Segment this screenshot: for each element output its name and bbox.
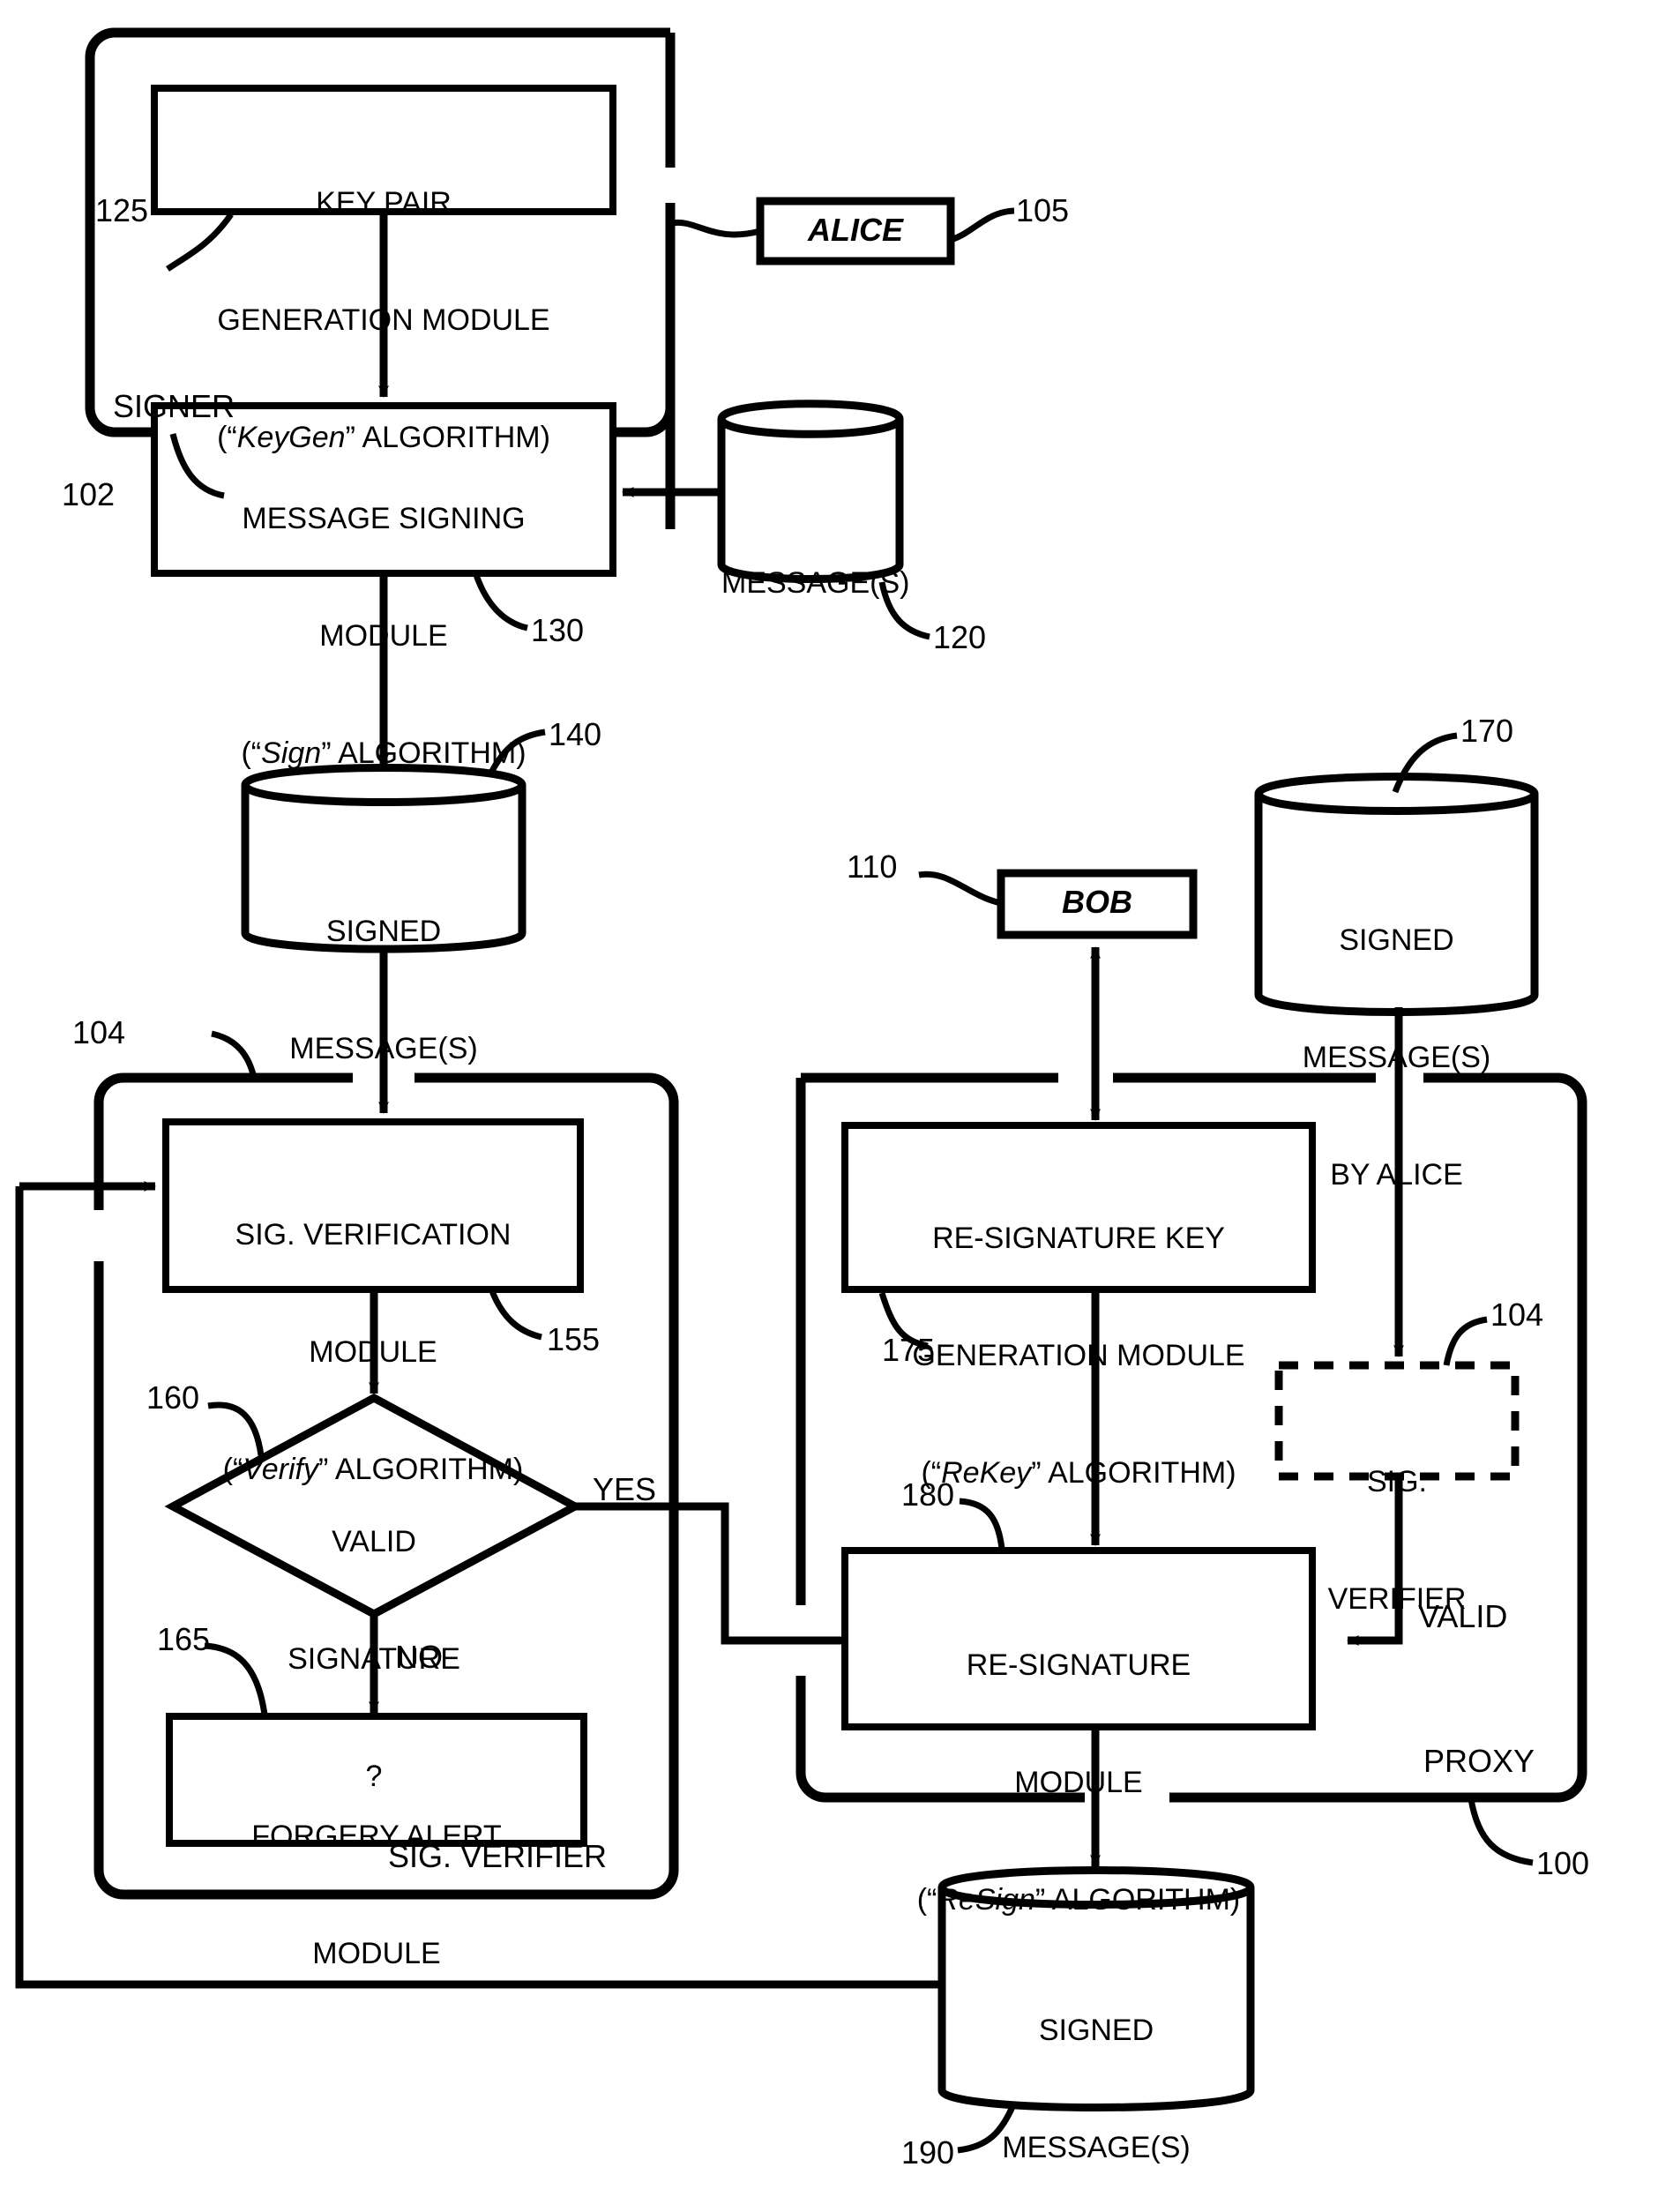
ref-104-right: 104 [1490,1297,1544,1333]
ref-190: 190 [901,2134,955,2171]
ref-leader-105 [949,207,1015,243]
ref-100: 100 [1536,1845,1590,1881]
messages-datastore-text: MESSAGE(S) [721,566,910,601]
rekey-algorithm-name: ReKey [941,1455,1032,1490]
ref-130: 130 [531,612,585,648]
yes-branch-label: YES [593,1471,657,1507]
ref-170: 170 [1460,713,1514,749]
signed-messages-text: SIGNED MESSAGE(S) [289,915,478,1065]
sign-algorithm-name: Sign [261,736,322,770]
patent-figure: KEY PAIR GENERATION MODULE (“KeyGen” ALG… [0,0,1673,2212]
ref-104-left: 104 [72,1014,126,1050]
sig-verifier-dashed-text: SIG. VERIFIER [1327,1465,1467,1616]
signed-by-alice-text: SIGNED MESSAGE(S) BY ALICE [1302,923,1491,1192]
ref-102: 102 [62,476,116,512]
ref-155: 155 [547,1321,601,1357]
alice-connector [671,219,761,238]
valid-edge-label: VALID [1418,1598,1508,1634]
no-branch-label: NO [395,1639,443,1675]
resign-algorithm-name: ReSign [937,1882,1035,1917]
signed-by-bob-text: SIGNED MESSAGE(S) BY BOB [1002,2014,1191,2164]
ref-105: 105 [1016,192,1070,228]
ref-160: 160 [146,1379,200,1416]
proxy-container-label: PROXY [1423,1743,1535,1779]
ref-180: 180 [901,1476,955,1513]
signer-container-label: SIGNER [113,388,235,424]
alice-label: ALICE [808,212,903,248]
forgery-alert-module-text: FORGERY ALERT MODULE [251,1820,502,1970]
ref-leader-104-right [1443,1316,1488,1366]
ref-175: 175 [882,1332,936,1368]
ref-140: 140 [549,716,602,752]
ref-leader-110 [918,871,1002,907]
verifier-container-label: SIG. VERIFIER [388,1838,608,1874]
ref-125: 125 [95,192,149,228]
ref-leader-100 [1468,1798,1534,1866]
ref-120: 120 [933,619,987,655]
ref-165: 165 [157,1621,211,1657]
ref-110: 110 [847,848,898,885]
bob-label: BOB [1062,884,1132,920]
